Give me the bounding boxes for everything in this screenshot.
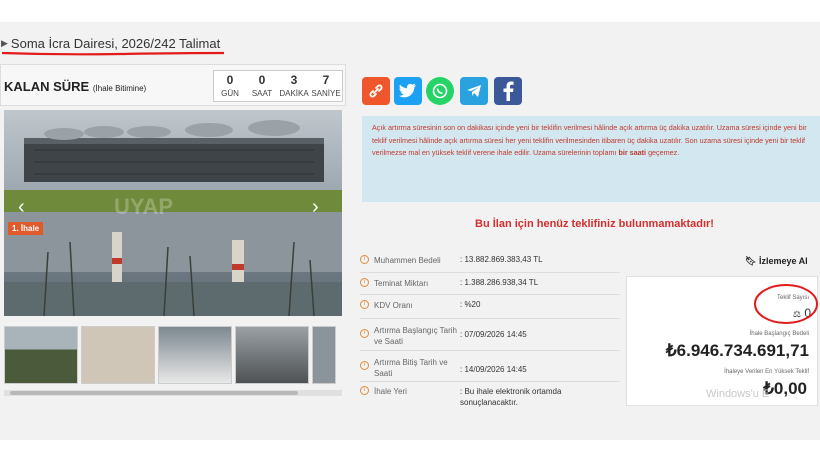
info-icon: i bbox=[360, 255, 369, 264]
info-icon: i bbox=[360, 329, 369, 338]
caret-right-icon: ▶ bbox=[1, 37, 8, 48]
photo-gallery[interactable]: 1. İhale UYAP bbox=[4, 110, 342, 316]
windows-activation-watermark: Windows'u E bbox=[706, 388, 770, 400]
twitter-icon[interactable] bbox=[394, 77, 422, 105]
bookmark-icon: 🔖︎ bbox=[745, 256, 757, 266]
facebook-icon[interactable] bbox=[494, 77, 522, 105]
highest-bid-label: İhaleye Verilen En Yüksek Teklif bbox=[724, 369, 809, 375]
thumbnail-2[interactable] bbox=[81, 326, 155, 384]
countdown: 0 GÜN 0 SAAT 3 DAKİKA 7 SANİYE bbox=[213, 70, 343, 102]
red-underline-annotation bbox=[1, 51, 225, 56]
main-photo-bottom bbox=[4, 212, 342, 316]
thumbnail-1[interactable] bbox=[4, 326, 78, 384]
highest-bid-value: ₺0,00 bbox=[763, 379, 807, 398]
info-icon: i bbox=[360, 300, 369, 309]
countdown-minutes: 3 DAKİKA bbox=[279, 73, 309, 98]
link-icon[interactable] bbox=[362, 77, 390, 105]
gallery-watermark: UYAP bbox=[114, 194, 174, 219]
thumbnail-4[interactable] bbox=[235, 326, 309, 384]
starting-price-value: ₺6.946.734.691,71 bbox=[665, 341, 809, 360]
auction-rules-info: Açık artırma süresinin son on dakikası i… bbox=[362, 116, 820, 202]
no-bid-message: Bu İlan için henüz teklifiniz bulunmamak… bbox=[475, 218, 714, 230]
auction-rules-text: Açık artırma süresinin son on dakikası i… bbox=[372, 123, 807, 158]
auction-round-badge: 1. İhale bbox=[8, 222, 44, 235]
thumbnail-scrollbar-thumb[interactable] bbox=[10, 391, 298, 395]
red-circle-annotation bbox=[754, 284, 818, 324]
divider bbox=[360, 294, 620, 295]
countdown-days: 0 GÜN bbox=[221, 73, 239, 98]
thumbnail-strip bbox=[4, 326, 336, 384]
divider bbox=[360, 318, 620, 319]
countdown-bar: KALAN SÜRE (İhale Bitimine) 0 GÜN 0 SAAT 3… bbox=[0, 64, 346, 106]
thumbnail-3[interactable] bbox=[158, 326, 232, 384]
telegram-icon[interactable] bbox=[460, 77, 488, 105]
info-icon: i bbox=[360, 386, 369, 395]
info-icon: i bbox=[360, 361, 369, 370]
countdown-seconds: 7 SANİYE bbox=[311, 73, 341, 98]
info-icon: i bbox=[360, 278, 369, 287]
starting-price-label: İhale Başlangıç Bedeli bbox=[749, 331, 809, 337]
countdown-hours: 0 SAAT bbox=[251, 73, 273, 98]
divider bbox=[360, 350, 620, 351]
divider bbox=[360, 272, 620, 273]
timer-title: KALAN SÜRE (İhale Bitimine) bbox=[4, 79, 147, 94]
divider bbox=[360, 381, 620, 382]
chevron-right-icon[interactable]: › bbox=[312, 196, 319, 219]
chevron-left-icon[interactable]: ‹ bbox=[18, 196, 25, 219]
thumbnail-5[interactable] bbox=[312, 326, 336, 384]
watch-button[interactable]: 🔖︎ İzlemeye Al bbox=[745, 256, 808, 267]
whatsapp-icon[interactable] bbox=[426, 77, 454, 105]
breadcrumb-text[interactable]: Soma İcra Dairesi, 2026/242 Talimat bbox=[11, 36, 220, 51]
